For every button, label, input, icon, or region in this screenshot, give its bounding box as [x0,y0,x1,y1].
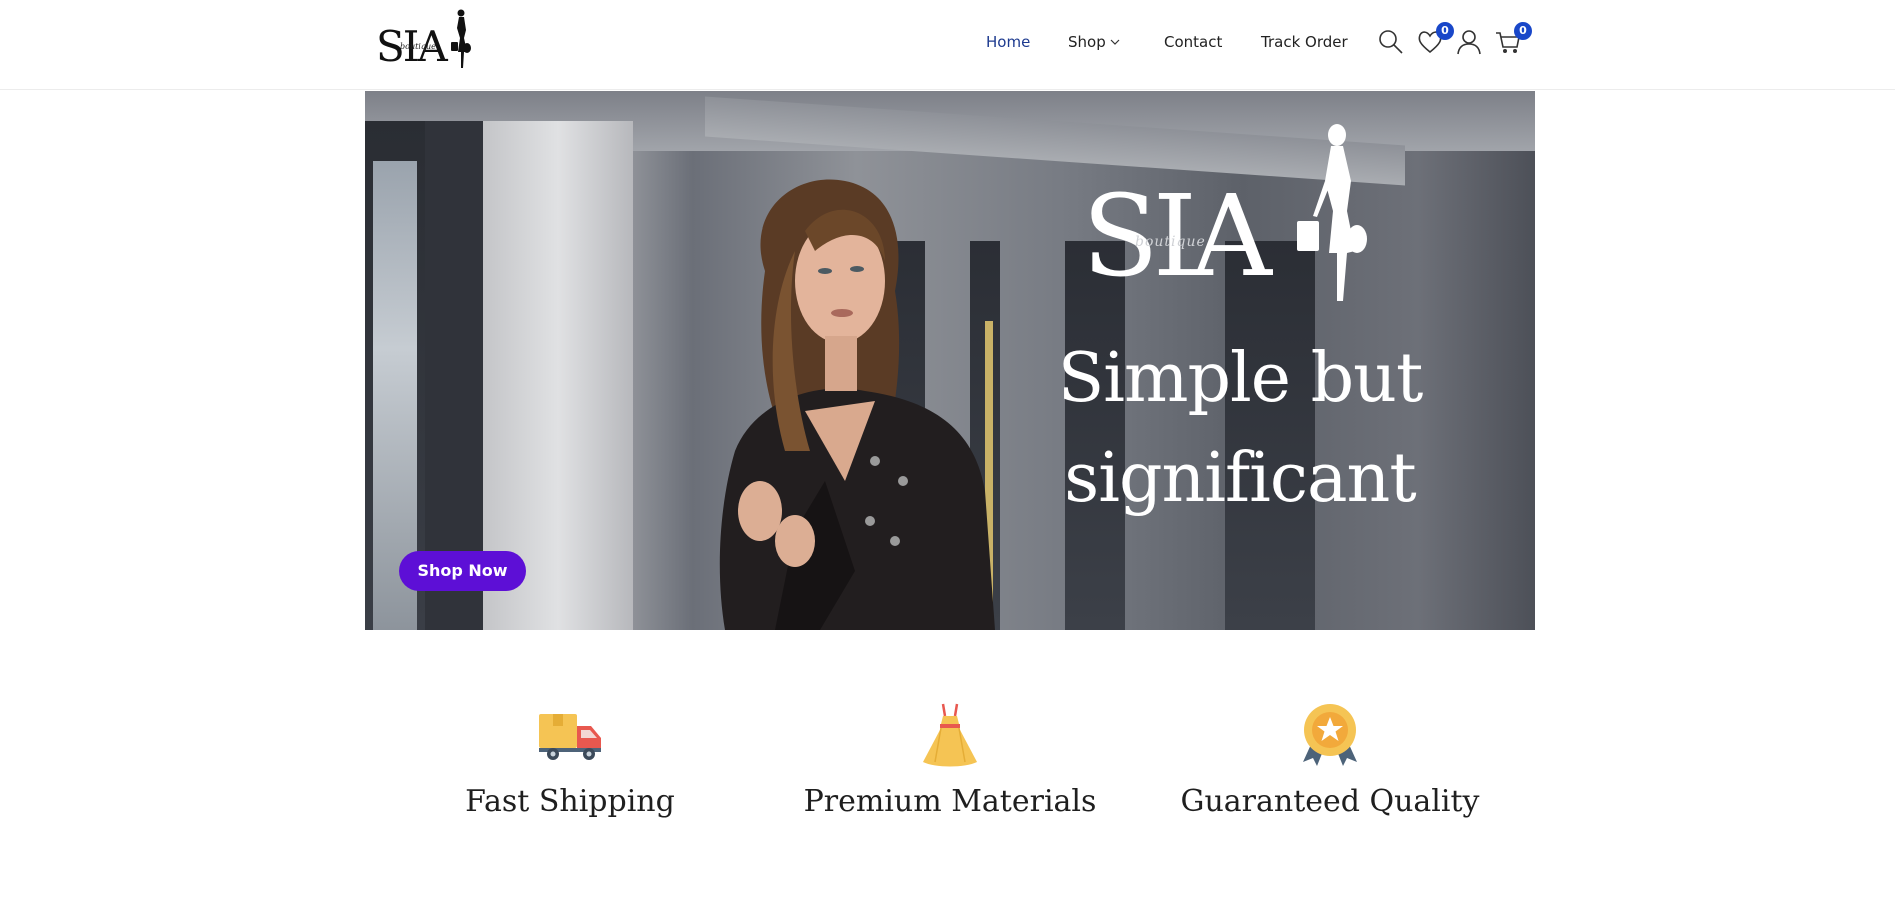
wishlist-count-badge: 0 [1436,22,1454,40]
hero-tagline-line2: significant [1064,439,1416,518]
medal-icon [1303,704,1357,766]
cart-button[interactable]: 0 [1494,22,1532,58]
logo-woman-silhouette-icon [451,9,471,68]
hero-model-image [719,179,995,630]
logo-subtext: boutique [400,42,436,51]
nav-shop-label: Shop [1068,33,1106,51]
hero-logo-subtext: boutique [1135,234,1206,250]
nav-contact[interactable]: Contact [1164,30,1222,54]
feature-title: Premium Materials [803,784,1097,819]
user-icon [1457,30,1481,55]
hero-tagline-line1: Simple but [1057,339,1424,418]
chevron-down-icon [1110,39,1120,45]
truck-icon [539,714,601,760]
feature-fast-shipping: Fast Shipping [410,700,730,819]
wishlist-button[interactable]: 0 [1416,22,1454,58]
site-logo[interactable]: SIA boutique [376,6,476,72]
feature-title: Guaranteed Quality [1180,784,1480,819]
feature-guaranteed-quality: Guaranteed Quality [1170,700,1490,819]
shop-now-button[interactable]: Shop Now [399,551,526,591]
woman-silhouette-icon [1297,124,1367,301]
hero-tagline: Simple but significant [1055,329,1425,529]
feature-title: Fast Shipping [465,784,675,819]
cart-count-badge: 0 [1514,22,1532,40]
search-icon [1379,30,1403,54]
hero-brand-logo: SIA boutique [1080,121,1400,306]
nav-shop[interactable]: Shop [1068,30,1120,54]
feature-premium-materials: Premium Materials [790,700,1110,819]
search-button[interactable] [1377,28,1407,58]
site-header: SIA boutique Home Shop Contact Track Ord… [0,0,1895,90]
hero-banner: SIA boutique Simple but significant Shop… [365,91,1535,630]
nav-track-order[interactable]: Track Order [1261,30,1348,54]
account-button[interactable] [1455,28,1485,58]
dress-icon [923,703,977,767]
nav-home[interactable]: Home [986,30,1030,54]
